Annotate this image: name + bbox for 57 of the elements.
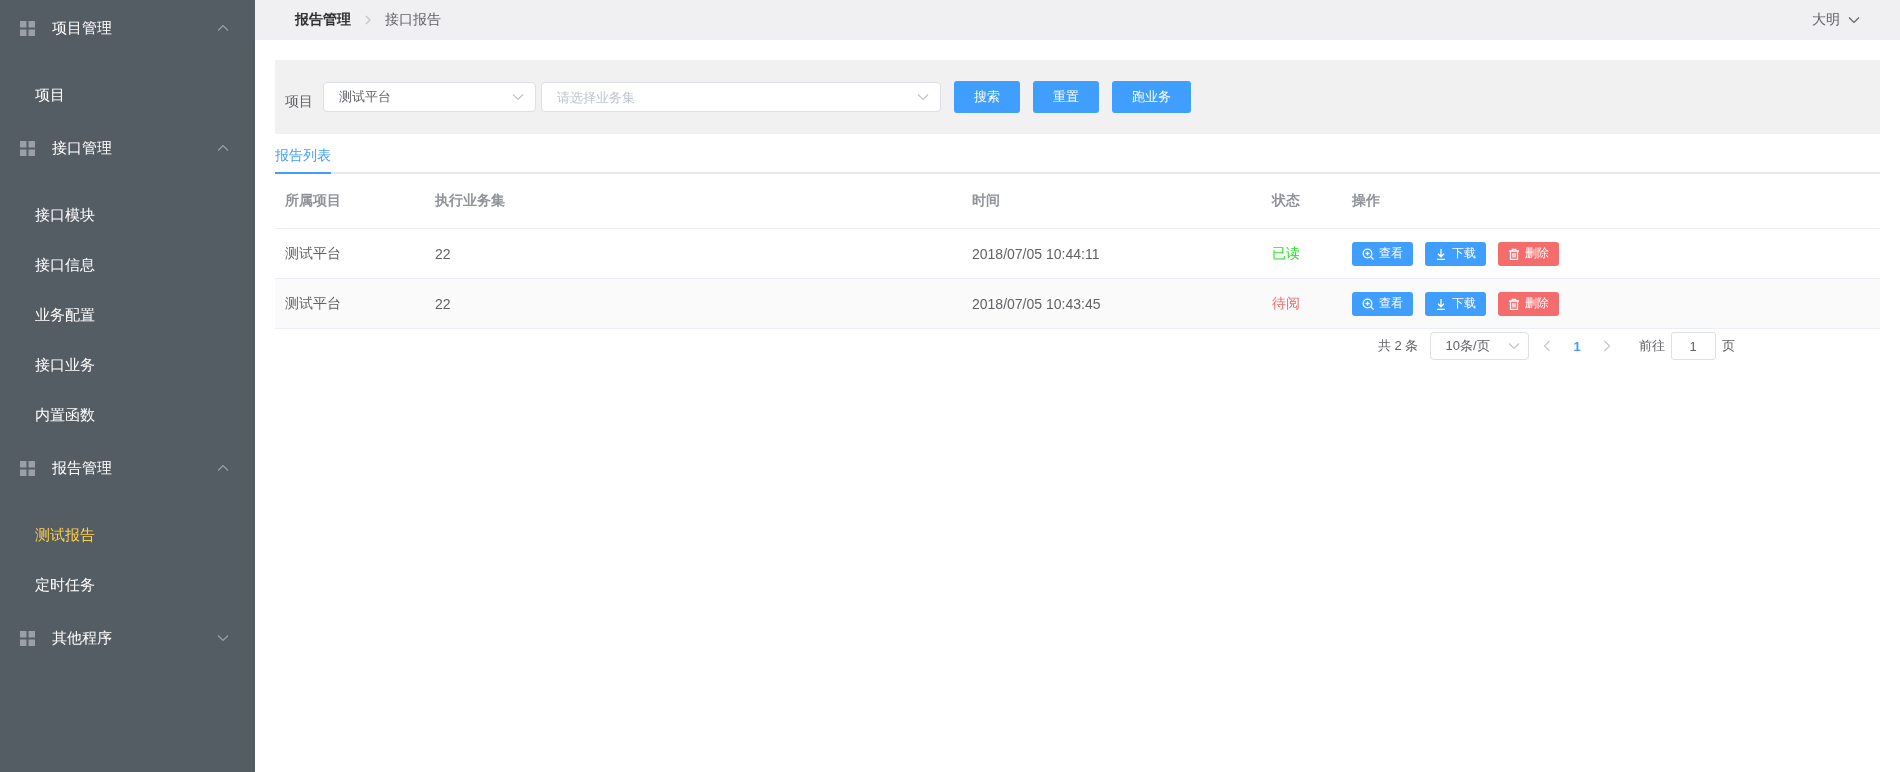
next-page-icon[interactable] <box>1602 340 1611 352</box>
menu-item[interactable]: 测试报告 <box>0 510 255 560</box>
chevron-icon <box>217 144 229 152</box>
menu-item[interactable]: 业务配置 <box>0 290 255 340</box>
download-icon <box>1435 297 1447 310</box>
chevron-icon <box>217 24 229 32</box>
menu-item[interactable]: 项目 <box>0 70 255 120</box>
menu-item[interactable]: 内置函数 <box>0 390 255 440</box>
chevron-down-icon <box>512 93 524 101</box>
column-header: 状态 <box>1262 174 1342 229</box>
column-header: 执行业务集 <box>425 174 962 229</box>
table-cell: 测试平台 <box>285 244 341 261</box>
menu-item[interactable]: 接口模块 <box>0 190 255 240</box>
chevron-right-icon <box>365 15 371 25</box>
chevron-icon <box>217 634 229 642</box>
grid-icon <box>20 140 35 156</box>
table-cell: 22 <box>435 295 451 312</box>
page-size-select[interactable]: 10条/页 <box>1430 332 1530 360</box>
menu-group-title[interactable]: 报告管理 <box>0 440 255 496</box>
trash-icon <box>1508 247 1520 260</box>
column-header: 操作 <box>1342 174 1880 229</box>
project-select[interactable]: 测试平台 <box>323 82 536 112</box>
download-icon <box>1435 247 1447 260</box>
total-count: 共 2 条 <box>1378 337 1419 355</box>
status-text: 待阅 <box>1272 294 1300 311</box>
column-header: 所属项目 <box>275 174 425 229</box>
chevron-icon <box>217 464 229 472</box>
chevron-down-icon <box>1508 342 1521 350</box>
goto-label: 前往 <box>1638 337 1665 355</box>
menu-group-title[interactable]: 其他程序 <box>0 610 255 666</box>
chevron-down-icon <box>917 93 929 101</box>
table-cell: 2018/07/05 10:44:11 <box>972 245 1100 262</box>
grid-icon <box>20 460 35 476</box>
user-name[interactable]: 大明 <box>1812 11 1840 29</box>
page-unit: 页 <box>1721 337 1735 355</box>
page-input[interactable]: 1 <box>1670 332 1716 360</box>
status-text: 已读 <box>1272 244 1300 261</box>
previous-page-icon[interactable] <box>1543 340 1552 352</box>
suite-select[interactable]: 请选择业务集 <box>541 82 941 112</box>
breadcrumb-item: 接口报告 <box>385 11 441 29</box>
field-label: 项目 <box>285 93 313 111</box>
menu-item[interactable]: 定时任务 <box>0 560 255 610</box>
menu-group-title[interactable]: 项目管理 <box>0 0 255 56</box>
chevron-down-icon <box>1848 16 1860 24</box>
table-cell: 测试平台 <box>285 294 341 311</box>
menu-group-title[interactable]: 接口管理 <box>0 120 255 176</box>
column-header: 时间 <box>962 174 1262 229</box>
table-cell: 22 <box>435 245 451 262</box>
grid-icon <box>20 20 35 36</box>
trash-icon <box>1508 297 1520 310</box>
breadcrumb-item[interactable]: 报告管理 <box>295 11 351 29</box>
menu-item[interactable]: 接口业务 <box>0 340 255 390</box>
zoom-in-icon <box>1362 297 1374 310</box>
zoom-in-icon <box>1362 247 1374 260</box>
menu-item[interactable]: 接口信息 <box>0 240 255 290</box>
table-cell: 2018/07/05 10:43:45 <box>972 295 1101 312</box>
grid-icon <box>20 630 35 646</box>
